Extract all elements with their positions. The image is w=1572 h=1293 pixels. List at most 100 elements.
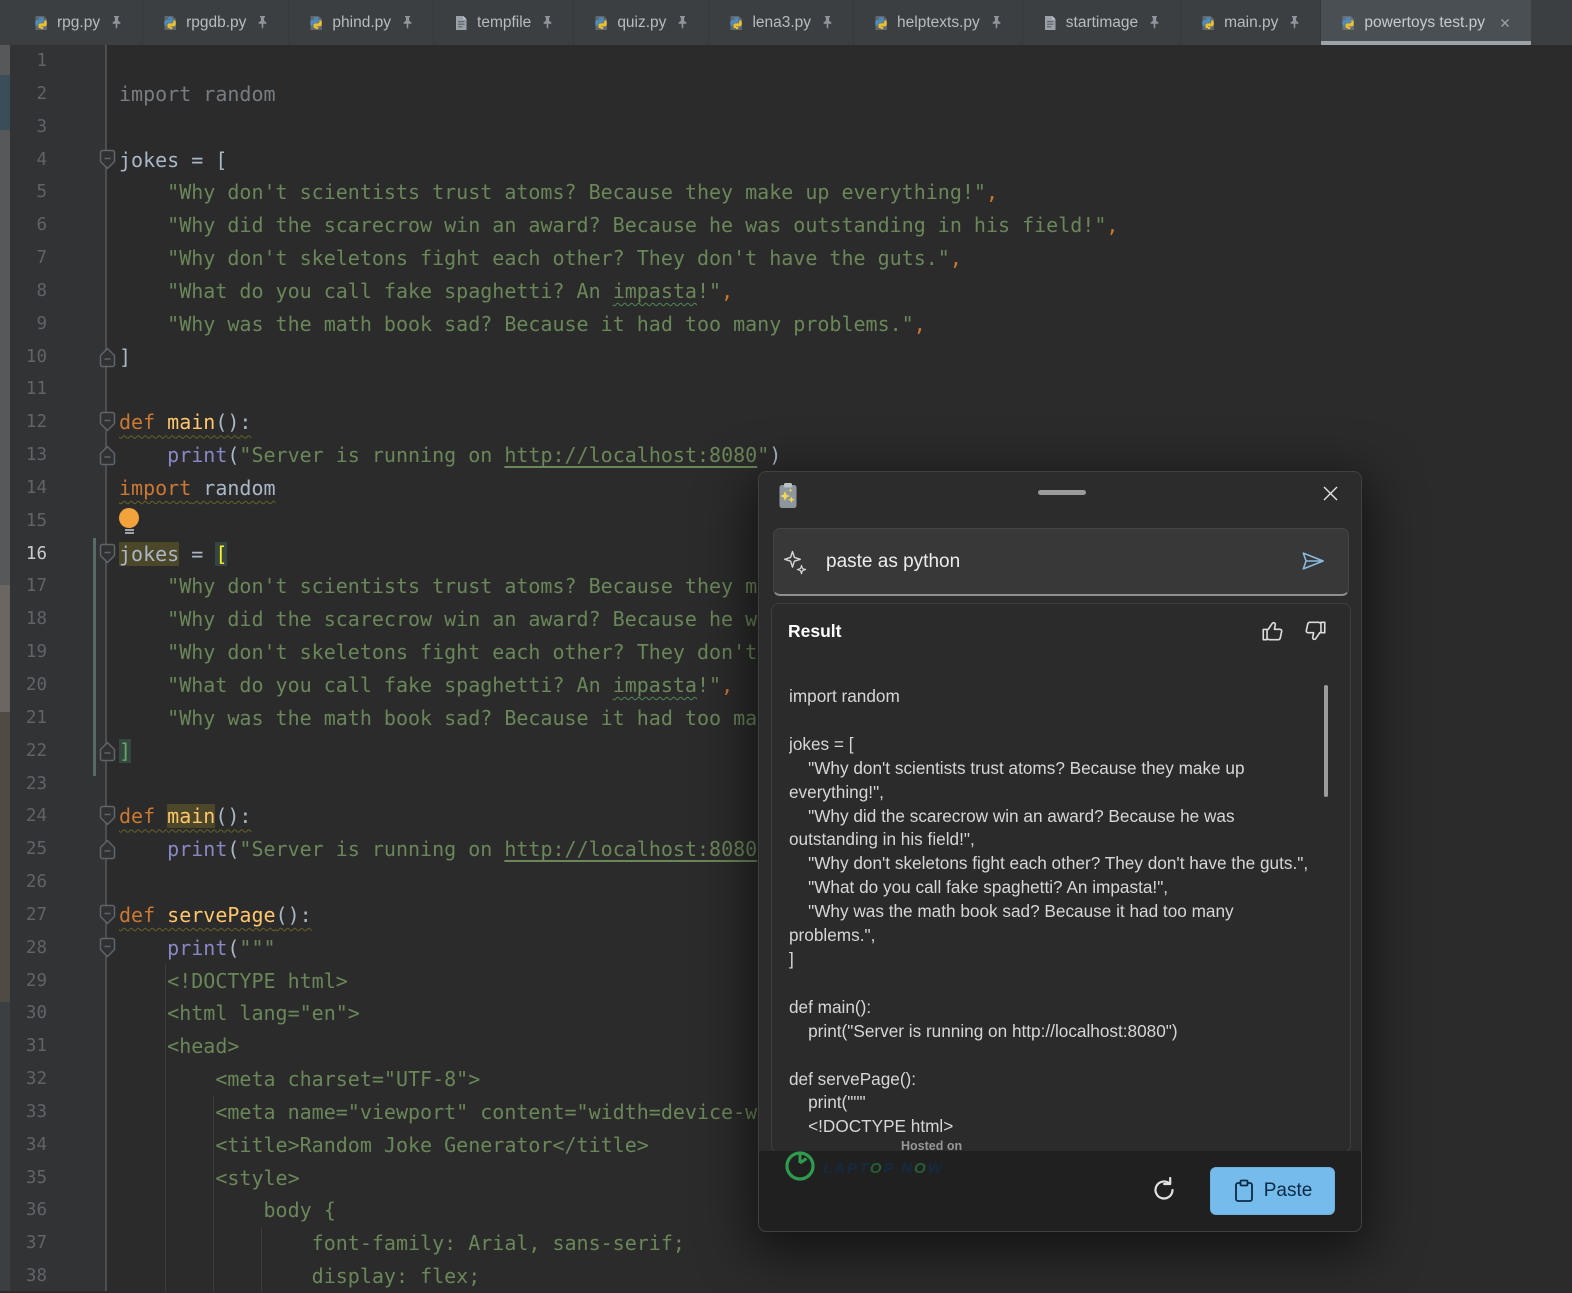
result-line: import random [789,685,1319,709]
intention-bulb-icon[interactable] [119,508,141,534]
tab-close-icon[interactable] [1498,16,1512,30]
fold-down-icon[interactable] [99,805,116,827]
tab-quiz-py[interactable]: quiz.py [574,0,709,45]
pin-icon[interactable] [110,15,123,30]
line-number: 19 [0,636,47,669]
fold-region-bar [93,538,96,776]
fold-down-icon[interactable] [99,543,116,565]
tab-label: startimage [1066,14,1138,32]
line-number: 6 [0,209,47,242]
tab-rpg-py[interactable]: rpg.py [14,0,143,45]
tab-label: rpgdb.py [186,14,246,32]
line-number: 11 [0,373,47,406]
tab-main-py[interactable]: main.py [1181,0,1321,45]
tab-startimage[interactable]: startimage [1023,0,1181,45]
code-line-38[interactable]: 38 display: flex; [0,1260,1572,1293]
pin-icon[interactable] [401,15,414,30]
send-icon[interactable] [1300,549,1326,578]
fold-down-icon[interactable] [99,411,116,433]
refresh-icon[interactable] [1149,1175,1179,1205]
watermark-logo-icon [783,1149,817,1188]
tab-powertoys-test-py[interactable]: powertoys test.py [1321,0,1531,45]
line-number: 10 [0,341,47,374]
tab-tempfile[interactable]: tempfile [434,0,574,45]
code-line-8[interactable]: 8 "What do you call fake spaghetti? An i… [0,275,1572,308]
code-line-6[interactable]: 6 "Why did the scarecrow win an award? B… [0,209,1572,242]
thumbs-down-icon[interactable] [1302,618,1328,649]
fold-down-icon[interactable] [99,149,116,171]
result-line: ] [789,948,1319,972]
advanced-paste-window: paste as python Result import random jok… [758,471,1362,1232]
fold-down-icon[interactable] [99,904,116,926]
code-line-10[interactable]: 10] [0,341,1572,374]
code-line-13[interactable]: 13 print("Server is running on http://lo… [0,439,1572,472]
fold-up-icon[interactable] [99,838,116,860]
python-file-icon [1340,15,1356,31]
result-line: def main(): [789,996,1319,1020]
pin-icon[interactable] [990,15,1003,30]
ai-sparkle-icon [782,549,809,582]
line-number: 26 [0,866,47,899]
code-line-12[interactable]: 12def main(): [0,406,1572,439]
text-file-icon [1042,15,1058,31]
tab-label: main.py [1224,14,1278,32]
code-line-37[interactable]: 37 font-family: Arial, sans-serif; [0,1227,1572,1260]
pin-icon[interactable] [541,15,554,30]
tab-label: phind.py [332,14,391,32]
line-number: 35 [0,1162,47,1195]
paste-button[interactable]: Paste [1210,1167,1335,1215]
fold-up-icon[interactable] [99,740,116,762]
code-line-7[interactable]: 7 "Why don't skeletons fight each other?… [0,242,1572,275]
pin-icon[interactable] [1148,15,1161,30]
result-line: "Why did the scarecrow win an award? Bec… [789,805,1319,829]
result-label: Result [788,621,841,642]
editor-tab-bar: rpg.py rpgdb.py phind.py tempfile quiz.py len… [0,0,1572,45]
tab-lena3-py[interactable]: lena3.py [709,0,854,45]
tab-helptexts-py[interactable]: helptexts.py [854,0,1023,45]
tab-label: rpg.py [57,14,100,32]
advanced-paste-app-icon [778,482,798,515]
python-file-icon [308,15,324,31]
code-line-1[interactable]: 1 [0,45,1572,78]
line-number: 38 [0,1260,47,1293]
result-scrollbar[interactable] [1324,685,1328,797]
line-number: 30 [0,997,47,1030]
line-number: 8 [0,275,47,308]
dialog-close-icon[interactable] [1322,485,1339,502]
pin-icon[interactable] [256,15,269,30]
thumbs-up-icon[interactable] [1260,618,1286,649]
pin-icon[interactable] [676,15,689,30]
result-line: print("Server is running on http://local… [789,1020,1319,1044]
result-line: jokes = [ [789,733,1319,757]
line-number: 36 [0,1194,47,1227]
line-number: 2 [0,78,47,111]
pin-icon[interactable] [1288,15,1301,30]
indent-guide [261,1227,262,1291]
code-line-4[interactable]: 4jokes = [ [0,144,1572,177]
fold-up-icon[interactable] [99,444,116,466]
result-line: problems.", [789,924,1319,948]
drag-handle[interactable] [1038,490,1086,495]
tab-label: tempfile [477,14,531,32]
line-number: 21 [0,702,47,735]
paste-button-label: Paste [1264,1180,1313,1202]
prompt-input[interactable]: paste as python [773,528,1349,596]
code-line-2[interactable]: 2import random [0,78,1572,111]
indent-guide [165,964,166,1291]
fold-down-icon[interactable] [99,937,116,959]
code-line-3[interactable]: 3 [0,111,1572,144]
line-number: 37 [0,1227,47,1260]
result-card: Result import random jokes = [ "Why don'… [771,603,1351,1153]
code-line-11[interactable]: 11 [0,373,1572,406]
code-line-9[interactable]: 9 "Why was the math book sad? Because it… [0,308,1572,341]
pin-icon[interactable] [821,15,834,30]
python-file-icon [873,15,889,31]
tab-label: quiz.py [617,14,666,32]
tab-phind-py[interactable]: phind.py [289,0,434,45]
code-line-5[interactable]: 5 "Why don't scientists trust atoms? Bec… [0,176,1572,209]
tab-rpgdb-py[interactable]: rpgdb.py [143,0,289,45]
python-file-icon [1200,15,1216,31]
line-number: 13 [0,439,47,472]
line-number: 33 [0,1096,47,1129]
fold-up-icon[interactable] [99,346,116,368]
